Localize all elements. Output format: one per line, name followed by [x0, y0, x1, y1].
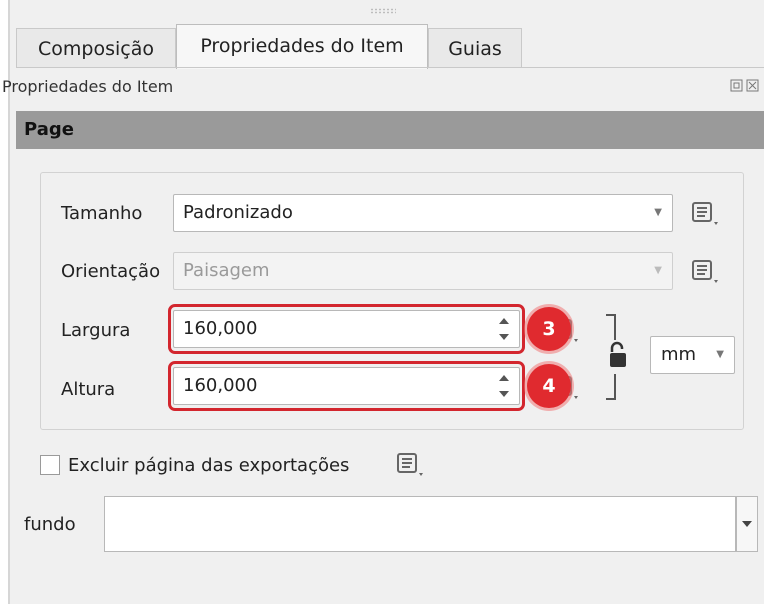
lock-open-icon[interactable] — [607, 340, 629, 374]
height-value: 160,000 — [183, 375, 258, 396]
data-defined-override-icon[interactable] — [395, 449, 425, 477]
chevron-down-icon — [742, 521, 752, 527]
lock-bracket-top — [606, 314, 616, 340]
exclude-page-label[interactable]: Excluir página das exportações — [68, 455, 349, 476]
width-label: Largura — [61, 320, 131, 341]
height-label: Altura — [61, 379, 116, 400]
size-value: Padronizado — [183, 202, 293, 223]
lock-bracket-bottom — [606, 374, 616, 400]
width-spinbox[interactable]: 160,000 — [173, 310, 520, 348]
chevron-down-icon: ▼ — [654, 207, 662, 218]
chevron-down-icon: ▼ — [654, 265, 662, 276]
tab-divider — [16, 67, 764, 68]
exclude-page-checkbox[interactable] — [40, 455, 60, 475]
spin-arrows-icon[interactable] — [499, 375, 509, 397]
dock-grip[interactable] — [370, 8, 396, 14]
dock-title: Propriedades do Item — [2, 77, 174, 96]
tab-composicao[interactable]: Composição — [16, 28, 176, 68]
dock-float-icon[interactable] — [730, 78, 760, 98]
orientation-value: Paisagem — [183, 260, 270, 281]
units-value: mm — [661, 344, 697, 365]
tab-guias[interactable]: Guias — [428, 28, 522, 68]
data-defined-override-icon[interactable] — [690, 256, 720, 284]
orientation-combobox[interactable]: Paisagem ▼ — [173, 252, 673, 290]
orientation-label: Orientação — [61, 261, 161, 282]
background-label: fundo — [24, 514, 76, 535]
height-spinbox[interactable]: 160,000 — [173, 367, 520, 405]
size-label: Tamanho — [61, 203, 143, 224]
section-header-page[interactable]: Page — [16, 111, 764, 149]
tab-propriedades-do-item[interactable]: Propriedades do Item — [176, 24, 428, 69]
data-defined-override-icon[interactable] — [690, 198, 720, 226]
background-field[interactable] — [104, 496, 736, 552]
background-dropdown-button[interactable] — [736, 496, 758, 552]
annotation-badge-3: 3 — [527, 307, 571, 351]
width-value: 160,000 — [183, 318, 258, 339]
units-combobox[interactable]: mm ▼ — [650, 336, 735, 374]
size-combobox[interactable]: Padronizado ▼ — [173, 194, 673, 232]
spin-arrows-icon[interactable] — [499, 318, 509, 340]
annotation-badge-4: 4 — [527, 364, 571, 408]
chevron-down-icon: ▼ — [716, 349, 724, 360]
